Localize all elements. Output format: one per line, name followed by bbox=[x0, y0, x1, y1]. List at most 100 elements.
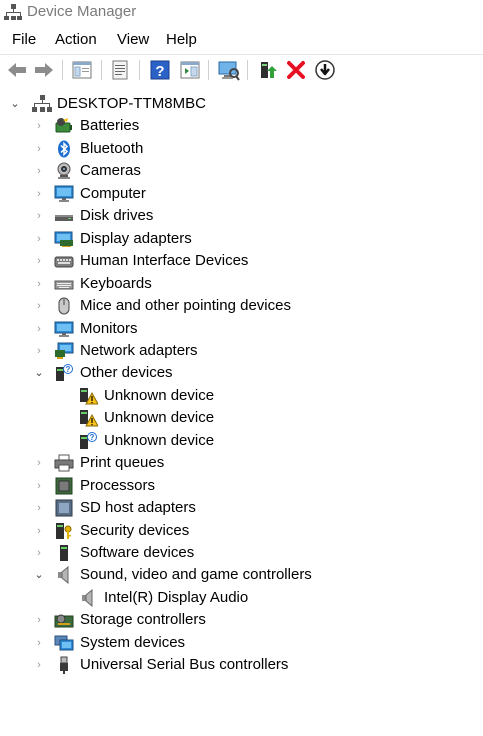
chevron-down-icon[interactable]: ⌄ bbox=[33, 365, 45, 381]
chevron-right-icon[interactable]: › bbox=[33, 523, 45, 539]
svg-text:?: ? bbox=[90, 433, 95, 442]
computer-root-icon bbox=[32, 95, 52, 113]
mouse-icon bbox=[54, 297, 74, 315]
menu-help[interactable]: Help bbox=[166, 31, 197, 48]
device-tree: ⌄ DESKTOP-TTM8MBC › Batteries › Bluetooth › Cam… bbox=[0, 85, 483, 736]
properties-icon[interactable] bbox=[108, 58, 132, 82]
svg-text:?: ? bbox=[155, 63, 164, 80]
monitor-icon bbox=[54, 320, 74, 338]
chevron-right-icon[interactable]: › bbox=[33, 500, 45, 516]
chevron-right-icon[interactable]: › bbox=[33, 231, 45, 247]
chevron-right-icon[interactable]: › bbox=[33, 321, 45, 337]
scan-for-hardware-changes-icon[interactable] bbox=[216, 58, 240, 82]
menu-action[interactable]: Action bbox=[55, 31, 97, 48]
help-icon[interactable]: ? bbox=[148, 58, 172, 82]
tree-device-unknown-device[interactable]: Unknown device bbox=[0, 385, 483, 407]
tree-device-unknown-device[interactable]: ? Unknown device bbox=[0, 430, 483, 452]
tree-category-display-adapters[interactable]: › Display adapters bbox=[0, 228, 483, 250]
tree-item-label: Storage controllers bbox=[80, 611, 206, 628]
hid-icon bbox=[54, 252, 74, 270]
tree-device-intel-r-display-audio[interactable]: Intel(R) Display Audio bbox=[0, 587, 483, 609]
chevron-right-icon[interactable]: › bbox=[33, 141, 45, 157]
tree-category-disk-drives[interactable]: › Disk drives bbox=[0, 205, 483, 227]
usb-icon bbox=[54, 656, 74, 674]
tree-category-software-devices[interactable]: › Software devices bbox=[0, 542, 483, 564]
tree-category-processors[interactable]: › Processors bbox=[0, 475, 483, 497]
tree-device-unknown-device[interactable]: Unknown device bbox=[0, 407, 483, 429]
window-title: Device Manager bbox=[27, 3, 137, 20]
tree-category-system-devices[interactable]: › System devices bbox=[0, 632, 483, 654]
tree-item-label: Intel(R) Display Audio bbox=[104, 589, 249, 606]
tree-category-cameras[interactable]: › Cameras bbox=[0, 160, 483, 182]
action-pane-icon[interactable] bbox=[178, 58, 202, 82]
tree-category-keyboards[interactable]: › Keyboards bbox=[0, 273, 483, 295]
update-driver-icon[interactable] bbox=[256, 58, 280, 82]
tree-item-label: Software devices bbox=[80, 544, 195, 561]
chevron-right-icon[interactable]: › bbox=[33, 253, 45, 269]
disable-device-icon[interactable] bbox=[313, 58, 337, 82]
tree-item-label: Display adapters bbox=[80, 230, 192, 247]
tree-item-label: Unknown device bbox=[104, 387, 215, 404]
tree-item-label: Print queues bbox=[80, 454, 165, 471]
tree-item-label: Sound, video and game controllers bbox=[80, 566, 312, 583]
system-devices-icon bbox=[54, 634, 74, 652]
tree-item-label: Security devices bbox=[80, 522, 190, 539]
tree-category-mice-and-other-pointing-devices[interactable]: › Mice and other pointing devices bbox=[0, 295, 483, 317]
disk-drive-icon bbox=[54, 207, 74, 225]
tree-item-label: Computer bbox=[80, 185, 146, 202]
tree-category-bluetooth[interactable]: › Bluetooth bbox=[0, 138, 483, 160]
tree-category-computer[interactable]: › Computer bbox=[0, 183, 483, 205]
tree-item-label: System devices bbox=[80, 634, 186, 651]
chevron-right-icon[interactable]: › bbox=[33, 635, 45, 651]
other-devices-icon: ? bbox=[54, 364, 74, 382]
tree-category-other-devices[interactable]: ⌄? Other devices bbox=[0, 362, 483, 384]
tree-category-universal-serial-bus-controllers[interactable]: › Universal Serial Bus controllers bbox=[0, 654, 483, 676]
tree-category-sd-host-adapters[interactable]: › SD host adapters bbox=[0, 497, 483, 519]
uninstall-device-icon[interactable] bbox=[284, 58, 308, 82]
tree-category-human-interface-devices[interactable]: › Human Interface Devices bbox=[0, 250, 483, 272]
tree-category-sound-video-and-game-controllers[interactable]: ⌄ Sound, video and game controllers bbox=[0, 564, 483, 586]
chevron-right-icon[interactable]: › bbox=[33, 186, 45, 202]
chevron-right-icon[interactable]: › bbox=[33, 298, 45, 314]
tree-category-network-adapters[interactable]: › Network adapters bbox=[0, 340, 483, 362]
computer-icon bbox=[54, 185, 74, 203]
security-device-icon bbox=[54, 522, 74, 540]
chevron-right-icon[interactable]: › bbox=[33, 545, 45, 561]
show-hide-console-tree-icon[interactable] bbox=[70, 58, 94, 82]
chevron-right-icon[interactable]: › bbox=[33, 612, 45, 628]
chevron-right-icon[interactable]: › bbox=[33, 208, 45, 224]
forward-icon[interactable] bbox=[32, 58, 56, 82]
speaker-icon bbox=[78, 589, 98, 607]
chevron-right-icon[interactable]: › bbox=[33, 343, 45, 359]
chevron-right-icon[interactable]: › bbox=[33, 657, 45, 673]
chevron-right-icon[interactable]: › bbox=[33, 163, 45, 179]
chevron-right-icon[interactable]: › bbox=[33, 478, 45, 494]
tree-item-label: Mice and other pointing devices bbox=[80, 297, 291, 314]
unknown-device-warning-icon bbox=[78, 387, 98, 405]
tree-category-storage-controllers[interactable]: › Storage controllers bbox=[0, 609, 483, 631]
back-icon[interactable] bbox=[5, 58, 29, 82]
device-manager-icon bbox=[4, 3, 22, 21]
tree-item-label: Keyboards bbox=[80, 275, 152, 292]
menu-file[interactable]: File bbox=[12, 31, 36, 48]
menu-bar: File Action View Help bbox=[0, 27, 483, 53]
speaker-icon bbox=[54, 566, 74, 584]
menu-view[interactable]: View bbox=[117, 31, 149, 48]
chevron-right-icon[interactable]: › bbox=[33, 276, 45, 292]
unknown-device-icon: ? bbox=[78, 432, 98, 450]
tree-item-label: DESKTOP-TTM8MBC bbox=[57, 95, 206, 112]
chevron-down-icon[interactable]: ⌄ bbox=[9, 96, 21, 112]
tree-category-monitors[interactable]: › Monitors bbox=[0, 318, 483, 340]
tree-item-label: Human Interface Devices bbox=[80, 252, 249, 269]
tree-category-security-devices[interactable]: › Security devices bbox=[0, 520, 483, 542]
tree-category-batteries[interactable]: › Batteries bbox=[0, 115, 483, 137]
tree-root-computer[interactable]: ⌄ DESKTOP-TTM8MBC bbox=[0, 93, 483, 115]
tree-category-print-queues[interactable]: › Print queues bbox=[0, 452, 483, 474]
chevron-down-icon[interactable]: ⌄ bbox=[33, 567, 45, 583]
tree-item-label: Universal Serial Bus controllers bbox=[80, 656, 289, 673]
chevron-right-icon[interactable]: › bbox=[33, 118, 45, 134]
bluetooth-icon bbox=[54, 140, 74, 158]
chevron-right-icon[interactable]: › bbox=[33, 455, 45, 471]
camera-icon bbox=[54, 162, 74, 180]
tree-item-label: SD host adapters bbox=[80, 499, 196, 516]
